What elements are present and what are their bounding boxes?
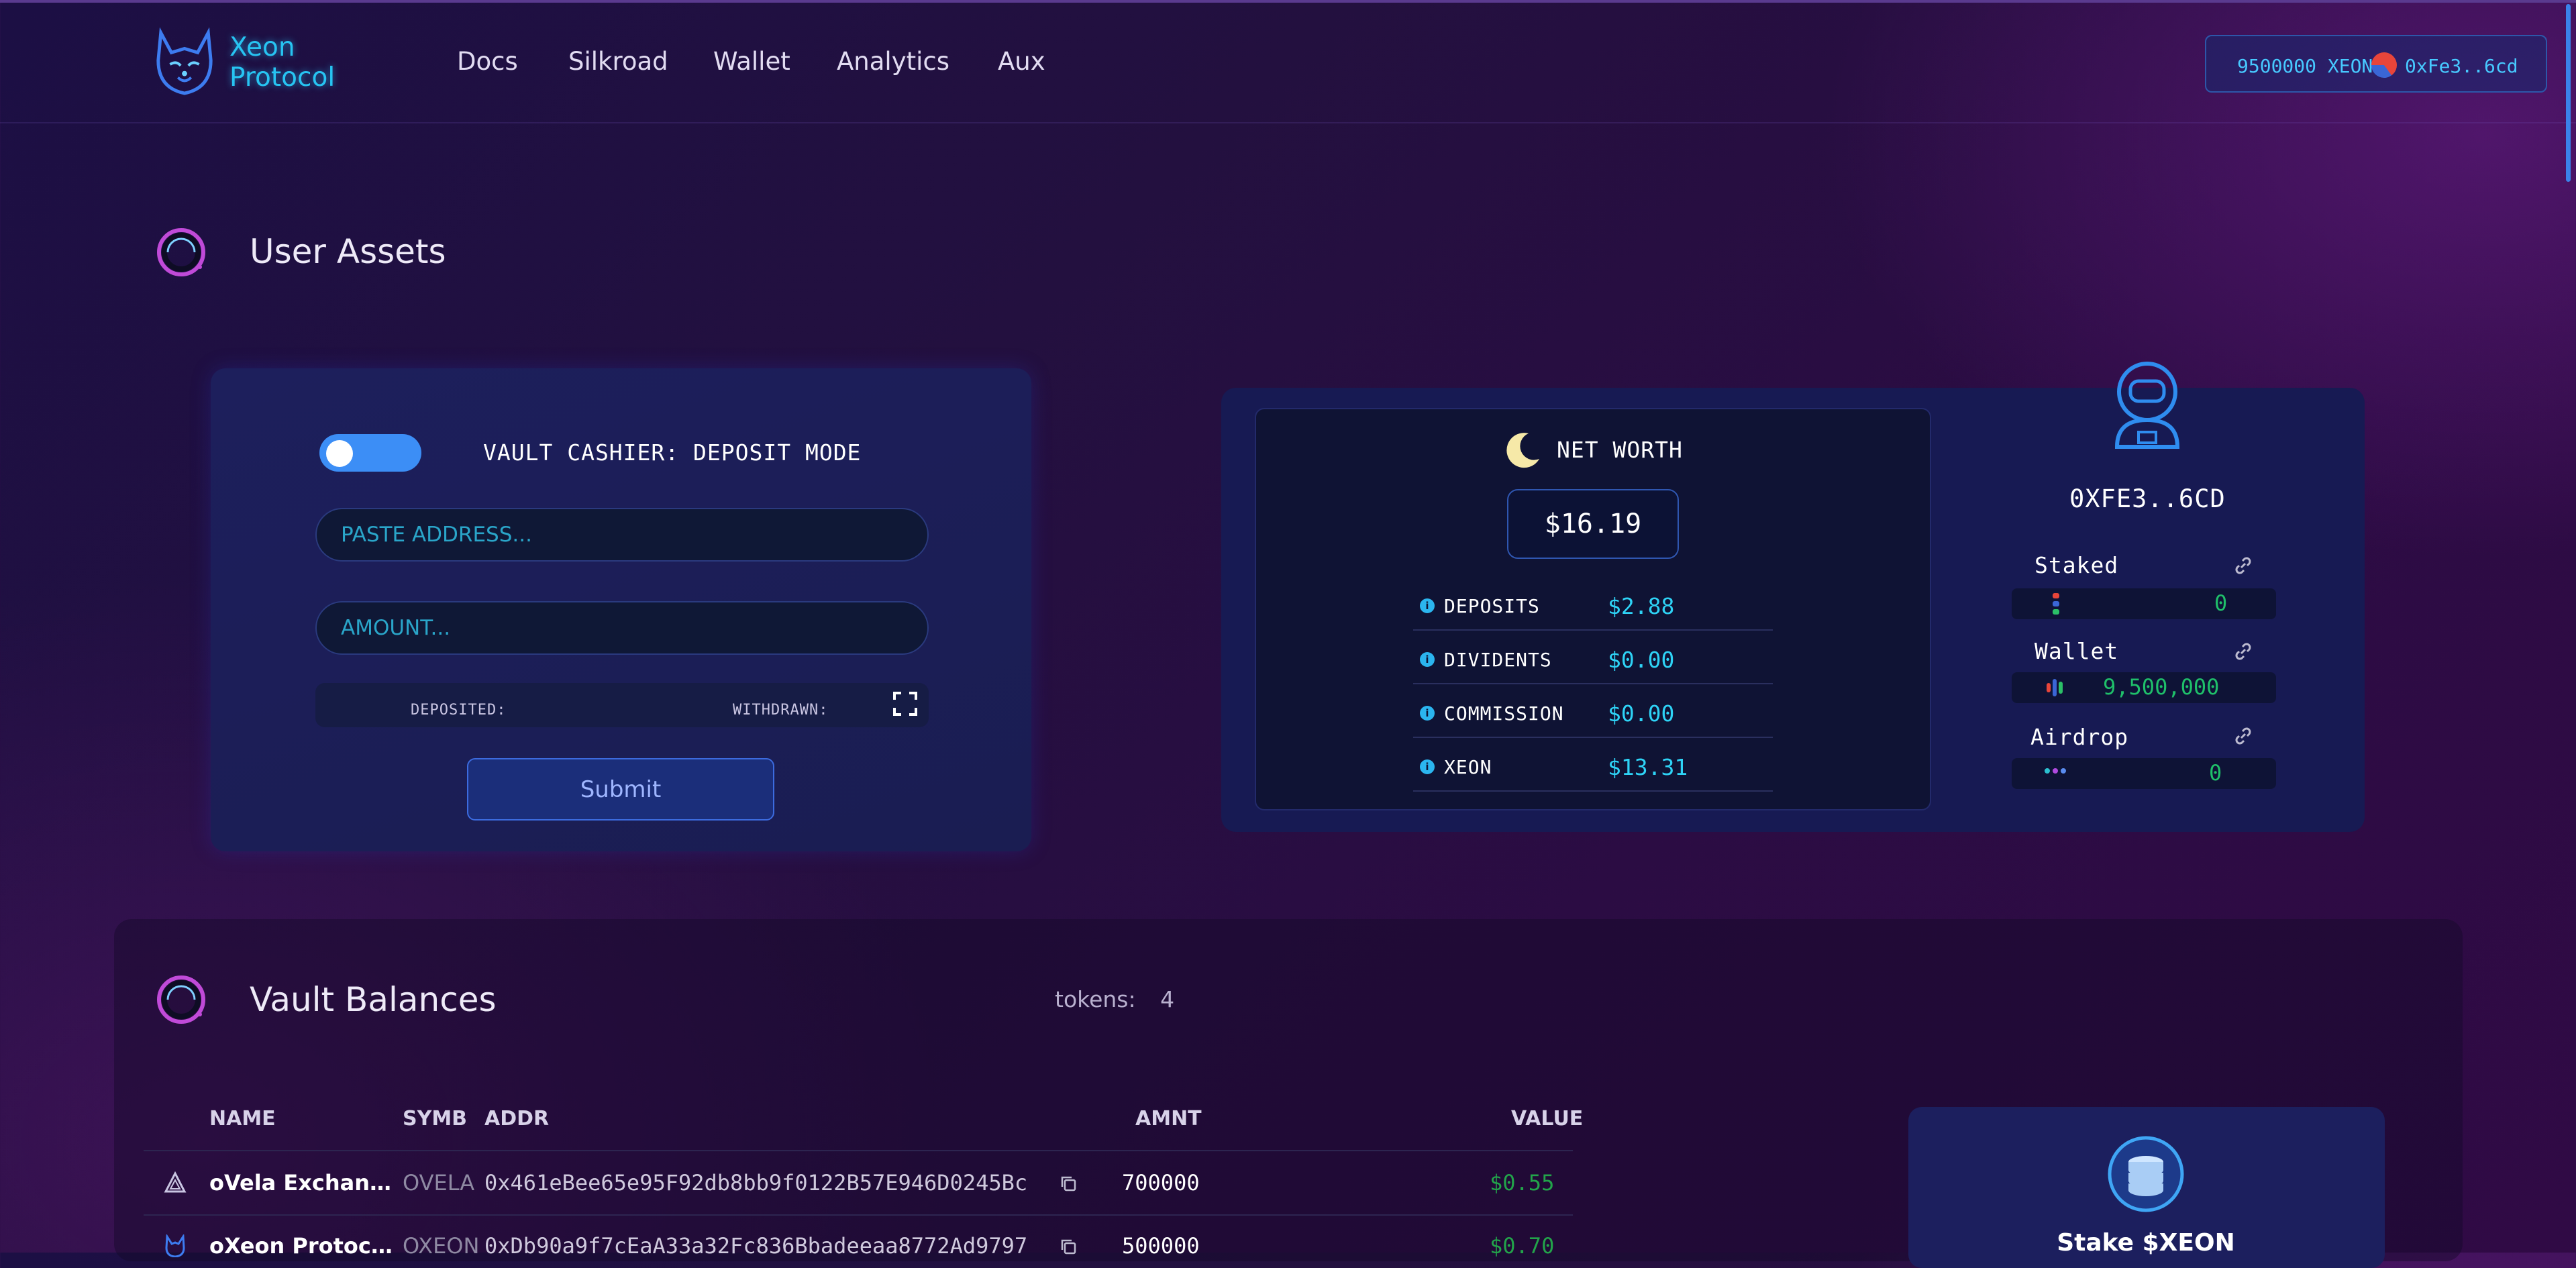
page-scrollbar[interactable]	[2566, 4, 2571, 182]
info-icon[interactable]: i	[1420, 706, 1435, 721]
nav-aux[interactable]: Aux	[998, 47, 1045, 76]
row-label: DIVIDENTS	[1444, 649, 1552, 671]
cashier-mode-label: VAULT CASHIER: DEPOSIT MODE	[483, 439, 862, 466]
wallet-balance: 9500000 XEON	[2237, 55, 2373, 77]
amount-input[interactable]	[315, 601, 929, 655]
deposit-stats-bar	[315, 683, 929, 727]
staked-value: 0	[2214, 590, 2228, 616]
astronaut-avatar-icon	[2114, 362, 2180, 449]
token-value: $0.55	[1490, 1170, 1555, 1196]
net-worth-row-xeon: i XEON $13.31	[1413, 738, 1773, 792]
info-icon[interactable]: i	[1420, 759, 1435, 774]
wallet-connect-button[interactable]: 9500000 XEON 0xFe3..6cd	[2205, 35, 2547, 93]
col-symb[interactable]: SYMB	[403, 1107, 467, 1130]
row-value: $0.00	[1608, 647, 1675, 673]
coins-stack-icon	[2108, 1136, 2184, 1212]
nav-analytics[interactable]: Analytics	[837, 47, 949, 76]
withdrawn-label: WITHDRAWN:	[733, 702, 829, 719]
net-worth-title: NET WORTH	[1557, 437, 1683, 463]
copy-icon[interactable]	[1059, 1237, 1078, 1256]
wallet-token-icon	[2047, 679, 2063, 696]
wallet-label: Wallet	[2034, 638, 2119, 664]
token-value: $0.70	[1490, 1233, 1555, 1259]
ovela-token-icon	[164, 1171, 187, 1193]
airdrop-token-icon	[2045, 768, 2066, 774]
row-value: $2.88	[1608, 593, 1675, 619]
token-name: oXeon Protoc…	[209, 1233, 393, 1259]
nav-docs[interactable]: Docs	[457, 47, 518, 76]
oxeon-token-icon	[165, 1234, 185, 1257]
token-name: oVela Exchan…	[209, 1170, 392, 1196]
table-header-divider	[144, 1150, 1573, 1151]
header-bar	[0, 0, 2576, 123]
row-label: COMMISSION	[1444, 702, 1564, 725]
info-icon[interactable]: i	[1420, 598, 1435, 613]
row-label: XEON	[1444, 756, 1492, 778]
token-symbol: OVELA	[403, 1170, 475, 1196]
airdrop-value: 0	[2209, 760, 2222, 786]
vault-balances-title: Vault Balances	[250, 980, 497, 1019]
link-icon[interactable]	[2233, 726, 2253, 746]
row-value: $13.31	[1608, 754, 1688, 780]
expand-icon[interactable]	[892, 691, 918, 717]
col-addr[interactable]: ADDR	[484, 1107, 549, 1130]
moon-icon	[1506, 433, 1539, 468]
token-symbol: OXEON	[403, 1233, 480, 1259]
token-amount: 500000	[1122, 1233, 1200, 1259]
tokens-label: tokens:	[1055, 986, 1136, 1012]
wallet-avatar-icon	[2371, 52, 2397, 78]
brand-name[interactable]: Xeon Protocol	[229, 32, 335, 93]
wallet-value: 9,500,000	[2103, 674, 2220, 700]
row-divider	[144, 1214, 1573, 1216]
address-input[interactable]	[315, 508, 929, 562]
user-address: 0XFE3..6CD	[2069, 484, 2226, 513]
nav-wallet[interactable]: Wallet	[713, 47, 790, 76]
net-worth-value: $16.19	[1507, 489, 1679, 559]
net-worth-row-dividents: i DIVIDENTS $0.00	[1413, 631, 1773, 684]
wallet-address: 0xFe3..6cd	[2405, 55, 2518, 77]
row-label: DEPOSITS	[1444, 595, 1540, 617]
staked-token-icon	[2053, 593, 2059, 615]
brand-line-2: Protocol	[229, 62, 336, 93]
deposited-label: DEPOSITED:	[411, 702, 507, 719]
toggle-knob	[326, 440, 353, 467]
col-name[interactable]: NAME	[209, 1107, 276, 1130]
tokens-count: 4	[1160, 986, 1175, 1012]
section-ring-icon	[157, 975, 205, 1024]
airdrop-label: Airdrop	[2030, 724, 2129, 750]
brand-line-1: Xeon	[229, 32, 295, 62]
nav-silkroad[interactable]: Silkroad	[568, 47, 668, 76]
tokens-count-label: tokens: 4	[1055, 986, 1174, 1012]
token-amount: 700000	[1122, 1170, 1200, 1196]
token-address: 0x461eBee65e95F92db8bb9f0122B57E946D0245…	[484, 1170, 1028, 1196]
net-worth-row-deposits: i DEPOSITS $2.88	[1413, 577, 1773, 631]
link-icon[interactable]	[2233, 641, 2253, 662]
token-address: 0xDb90a9f7cEaA33a32Fc836Bbadeeaa8772Ad97…	[484, 1233, 1028, 1259]
section-ring-icon	[157, 228, 205, 276]
staked-label: Staked	[2034, 552, 2119, 578]
net-worth-row-commission: i COMMISSION $0.00	[1413, 684, 1773, 738]
row-value: $0.00	[1608, 700, 1675, 727]
col-value[interactable]: VALUE	[1511, 1107, 1583, 1130]
col-amnt[interactable]: AMNT	[1135, 1107, 1202, 1130]
info-icon[interactable]: i	[1420, 652, 1435, 667]
copy-icon[interactable]	[1059, 1174, 1078, 1193]
submit-button[interactable]: Submit	[467, 758, 774, 821]
link-icon[interactable]	[2233, 556, 2253, 576]
user-assets-title: User Assets	[250, 232, 446, 271]
shiba-logo-icon[interactable]	[152, 27, 217, 97]
